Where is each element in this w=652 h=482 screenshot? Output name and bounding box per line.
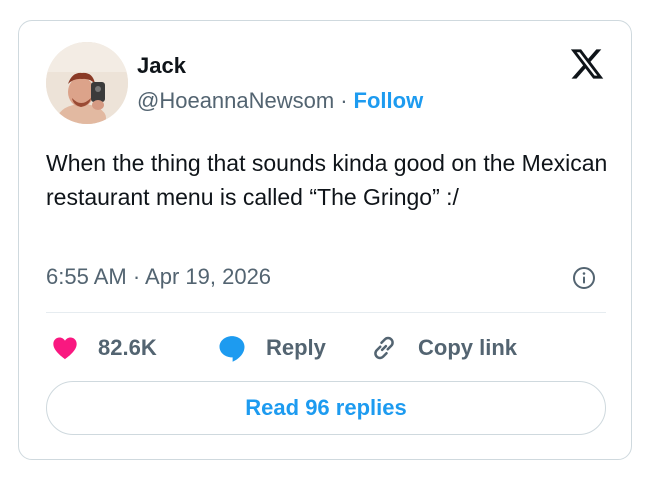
- author-handle-row: @HoeannaNewsom · Follow: [137, 87, 423, 115]
- heart-icon: [53, 337, 77, 360]
- reply-label: Reply: [266, 335, 326, 360]
- reply-button[interactable]: Reply: [216, 332, 326, 364]
- avatar[interactable]: [46, 42, 128, 124]
- copy-link-button[interactable]: Copy link: [368, 332, 517, 364]
- copy-link-label: Copy link: [418, 335, 518, 360]
- link-icon: [374, 336, 394, 360]
- like-count: 82.6K: [98, 335, 157, 360]
- divider: [46, 312, 606, 313]
- speech-bubble-icon: [219, 336, 245, 362]
- like-button[interactable]: 82.6K: [50, 332, 157, 364]
- tweet-card: Jack @HoeannaNewsom · Follow When the thin…: [18, 20, 632, 460]
- tweet-timestamp[interactable]: 6:55 AM · Apr 19, 2026: [46, 263, 271, 291]
- avatar-photo: [46, 42, 128, 124]
- separator-dot: ·: [340, 88, 348, 113]
- x-logo-icon[interactable]: [569, 46, 605, 82]
- follow-button[interactable]: Follow: [354, 88, 424, 113]
- tweet-text: When the thing that sounds kinda good on…: [46, 150, 614, 210]
- author-name[interactable]: Jack: [137, 53, 186, 79]
- read-replies-button[interactable]: Read 96 replies: [46, 381, 606, 435]
- author-handle[interactable]: @HoeannaNewsom: [137, 88, 334, 113]
- read-replies-label: Read 96 replies: [245, 395, 407, 420]
- info-icon[interactable]: [572, 266, 596, 290]
